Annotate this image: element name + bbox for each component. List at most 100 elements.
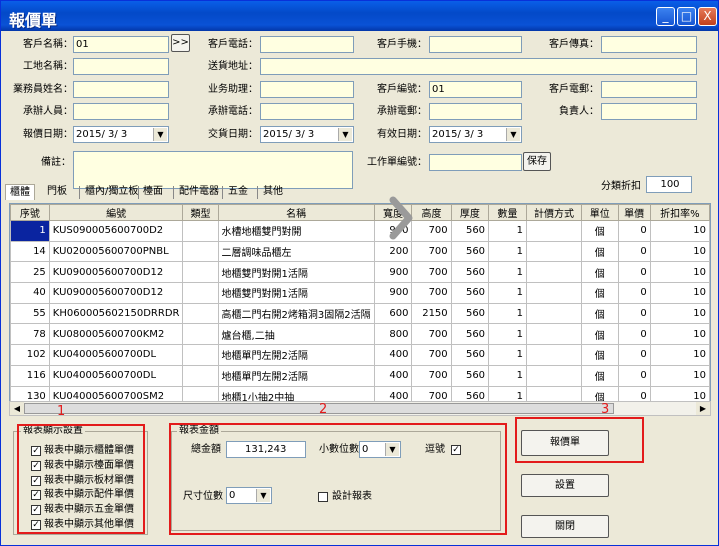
table-cell[interactable] [182, 240, 219, 263]
table-cell[interactable]: 1 [488, 344, 527, 366]
table-cell[interactable]: 25 [10, 261, 50, 284]
tab-inner-board[interactable]: 櫃內/獨立板 [81, 184, 142, 200]
chevron-down-icon[interactable]: ▼ [506, 128, 520, 141]
table-cell[interactable]: 0 [617, 261, 651, 284]
table-cell[interactable]: 地櫃單門左開2活隔 [217, 364, 375, 387]
table-cell[interactable]: 10 [649, 344, 710, 366]
table-cell[interactable]: 0 [617, 220, 651, 242]
table-cell[interactable]: 560 [450, 344, 490, 366]
table-cell[interactable]: 個 [581, 240, 619, 263]
table-cell[interactable]: 10 [649, 240, 710, 263]
table-cell[interactable]: 1 [488, 220, 527, 242]
delivery-date-picker[interactable]: 2015/ 3/ 3 ▼ [260, 126, 354, 143]
table-cell[interactable]: 二層調味品櫃左 [217, 240, 375, 263]
table-cell[interactable]: 1 [488, 364, 527, 387]
tab-appliances[interactable]: 配件電器 [175, 184, 223, 200]
table-row[interactable]: 116 KU040005600700DL 地櫃單門左開2活隔 400 700 560 1 個 0… [10, 364, 710, 387]
table-cell[interactable]: 地櫃雙門對開1活隔 [217, 261, 375, 284]
table-cell[interactable]: 560 [450, 220, 490, 242]
table-cell[interactable]: KU090005600700D12 [48, 261, 184, 284]
owner-field[interactable] [601, 103, 697, 120]
table-cell[interactable] [182, 261, 219, 284]
table-cell[interactable]: 560 [450, 323, 490, 346]
table-cell[interactable]: 14 [10, 240, 50, 263]
category-discount-field[interactable]: 100 [646, 176, 692, 193]
table-cell[interactable]: 200 [373, 240, 413, 263]
table-cell[interactable]: 10 [649, 261, 710, 284]
assistant-field[interactable] [260, 81, 354, 98]
table-cell[interactable] [182, 282, 219, 304]
tab-other[interactable]: 其他 [259, 184, 287, 200]
table-cell[interactable]: 10 [649, 323, 710, 346]
customer-code-field[interactable]: 01 [429, 81, 522, 98]
table-cell[interactable] [525, 282, 583, 304]
customer-email-field[interactable] [601, 81, 697, 98]
column-header[interactable]: 高度 [411, 204, 452, 221]
table-cell[interactable]: KUS090005600700D2 [48, 220, 184, 242]
table-cell[interactable]: 0 [617, 302, 651, 325]
table-cell[interactable]: KH060005602150DRRDR [48, 302, 184, 325]
table-cell[interactable]: 700 [411, 220, 452, 242]
table-cell[interactable]: 水槽地櫃雙門對開 [217, 220, 375, 242]
table-cell[interactable]: 700 [411, 282, 452, 304]
table-cell[interactable]: 0 [617, 240, 651, 263]
customer-fax-field[interactable] [601, 36, 697, 53]
table-cell[interactable]: 900 [373, 261, 413, 284]
table-cell[interactable]: 0 [617, 323, 651, 346]
table-cell[interactable] [182, 364, 219, 387]
table-cell[interactable]: 2150 [411, 302, 452, 325]
table-cell[interactable]: 400 [373, 344, 413, 366]
table-cell[interactable]: 700 [411, 240, 452, 263]
table-cell[interactable]: 個 [581, 282, 619, 304]
tab-cabinet[interactable]: 櫃體 [5, 184, 35, 200]
valid-date-picker[interactable]: 2015/ 3/ 3 ▼ [429, 126, 522, 143]
table-cell[interactable]: 1 [488, 302, 527, 325]
table-cell[interactable]: 560 [450, 282, 490, 304]
column-header[interactable]: 編號 [48, 204, 184, 221]
column-header[interactable]: 類型 [182, 204, 219, 221]
column-header[interactable]: 厚度 [450, 204, 490, 221]
table-cell[interactable]: 個 [581, 302, 619, 325]
chevron-down-icon[interactable]: ▼ [153, 128, 167, 141]
table-row[interactable]: 55 KH060005602150DRRDR 高櫃二門右開2烤箱洞3固隔2活隔 600… [10, 302, 710, 325]
table-cell[interactable]: 700 [411, 323, 452, 346]
table-row[interactable]: 1 KUS090005600700D2 水槽地櫃雙門對開 900 700 560 1 個 0 10 [10, 220, 710, 242]
scroll-right-icon[interactable]: ▶ [696, 402, 710, 415]
table-cell[interactable]: 10 [649, 364, 710, 387]
tab-hardware[interactable]: 五金 [224, 184, 252, 200]
table-cell[interactable]: 個 [581, 344, 619, 366]
minimize-button[interactable]: _ [656, 7, 675, 26]
table-row[interactable]: 14 KU020005600700PNBL 二層調味品櫃左 200 700 560 1 個 0 1… [10, 240, 710, 263]
installer-phone-field[interactable] [260, 103, 354, 120]
table-cell[interactable]: 1 [488, 282, 527, 304]
table-cell[interactable] [525, 364, 583, 387]
quote-items-table[interactable]: 序號 編號 類型 名稱 寬度 高度 厚度 數量 計價方式 單位 單價 折扣率% 1 KUS0900056… [9, 203, 711, 416]
table-cell[interactable]: 爐台櫃,二抽 [217, 323, 375, 346]
table-cell[interactable]: 560 [450, 302, 490, 325]
close-window-button[interactable]: X [698, 7, 717, 26]
table-cell[interactable]: 55 [10, 302, 50, 325]
table-cell[interactable]: KU080005600700KM2 [48, 323, 184, 346]
table-cell[interactable]: 地櫃單門左開2活隔 [217, 344, 375, 366]
table-cell[interactable] [182, 302, 219, 325]
table-cell[interactable]: 1 [488, 261, 527, 284]
table-cell[interactable]: 560 [450, 364, 490, 387]
table-cell[interactable]: 0 [617, 364, 651, 387]
site-name-field[interactable] [73, 58, 169, 75]
tab-door-panel[interactable]: 門板 [43, 184, 71, 200]
customer-phone-field[interactable] [260, 36, 354, 53]
table-cell[interactable]: 0 [617, 344, 651, 366]
table-cell[interactable]: 1 [488, 240, 527, 263]
table-cell[interactable] [525, 302, 583, 325]
column-header[interactable]: 單位 [581, 204, 619, 221]
table-cell[interactable]: 78 [10, 323, 50, 346]
table-cell[interactable]: 40 [10, 282, 50, 304]
table-cell[interactable]: 700 [411, 364, 452, 387]
table-cell[interactable]: 800 [373, 323, 413, 346]
column-header[interactable]: 名稱 [217, 204, 375, 221]
table-cell[interactable] [525, 323, 583, 346]
table-cell[interactable]: 560 [450, 261, 490, 284]
table-cell[interactable]: 700 [411, 344, 452, 366]
table-cell[interactable]: 116 [10, 364, 50, 387]
table-cell[interactable]: KU020005600700PNBL [48, 240, 184, 263]
